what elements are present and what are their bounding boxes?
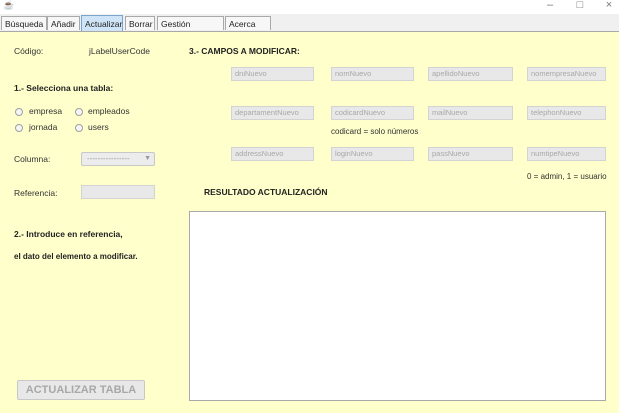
step3-title: 3.- CAMPOS A MODIFICAR: [189, 46, 300, 56]
radio-users[interactable] [75, 124, 83, 132]
codicard-hint: codicard = solo números [331, 127, 419, 136]
pass-nuevo-field[interactable]: passNuevo [428, 147, 513, 161]
minimize-button[interactable]: – [540, 0, 560, 12]
codigo-label: Código: [14, 46, 44, 56]
tab-bar: Búsqueda Añadir Actualizar Borrar Gestió… [0, 14, 619, 43]
result-title: RESULTADO ACTUALIZACIÓN [204, 187, 328, 197]
columna-select[interactable]: ---------------- ▼ [81, 152, 155, 166]
update-table-button[interactable]: ACTUALIZAR TABLA [17, 380, 145, 400]
tab-gestion-usuario[interactable]: Gestión usuario [157, 16, 224, 43]
departament-nuevo-field[interactable]: departamentNuevo [231, 106, 314, 120]
tab-actualizar[interactable]: Actualizar [81, 15, 123, 31]
title-bar: ☕ – □ × [0, 0, 619, 14]
login-nuevo-field[interactable]: loginNuevo [331, 147, 414, 161]
update-panel: Código: jLabelUserCode 1.- Selecciona un… [0, 32, 619, 413]
close-button[interactable]: × [599, 0, 619, 12]
tab-acerca-de[interactable]: Acerca de [225, 16, 271, 43]
mail-nuevo-field[interactable]: mailNuevo [428, 106, 513, 120]
tab-borrar[interactable]: Borrar [125, 16, 155, 30]
radio-jornada[interactable] [15, 124, 23, 132]
columna-label: Columna: [14, 154, 51, 164]
tab-anadir[interactable]: Añadir [47, 16, 80, 30]
radio-jornada-label: jornada [29, 122, 58, 132]
dni-nuevo-field[interactable]: dniNuevo [231, 67, 314, 81]
nomempresa-nuevo-field[interactable]: nomempresaNuevo [527, 67, 606, 81]
step2-line1: 2.- Introduce en referencia, [14, 229, 123, 239]
referencia-label: Referencia: [14, 188, 58, 198]
numtipe-hint: 0 = admin, 1 = usuario [527, 172, 607, 181]
user-code-value: jLabelUserCode [89, 46, 150, 56]
numtipe-nuevo-field[interactable]: numtipeNuevo [527, 147, 606, 161]
address-nuevo-field[interactable]: addressNuevo [231, 147, 314, 161]
chevron-down-icon: ▼ [144, 155, 151, 162]
step2-line2: el dato del elemento a modificar. [14, 252, 138, 261]
codicard-nuevo-field[interactable]: codicardNuevo [331, 106, 414, 120]
radio-empleados-label: empleados [88, 106, 130, 116]
referencia-input[interactable] [81, 185, 155, 199]
columna-selected-value: ---------------- [87, 154, 130, 163]
result-textarea[interactable] [189, 211, 606, 401]
java-app-icon: ☕ [3, 0, 15, 10]
radio-empleados[interactable] [75, 108, 83, 116]
apellido-nuevo-field[interactable]: apellidoNuevo [428, 67, 513, 81]
radio-empresa-label: empresa [29, 106, 63, 116]
tab-busqueda[interactable]: Búsqueda [1, 16, 47, 30]
telephon-nuevo-field[interactable]: telephonNuevo [527, 106, 606, 120]
maximize-button[interactable]: □ [570, 0, 590, 12]
nom-nuevo-field[interactable]: nomNuevo [331, 67, 414, 81]
radio-users-label: users [88, 122, 109, 132]
radio-empresa[interactable] [15, 108, 23, 116]
step1-title: 1.- Selecciona una tabla: [14, 83, 114, 93]
